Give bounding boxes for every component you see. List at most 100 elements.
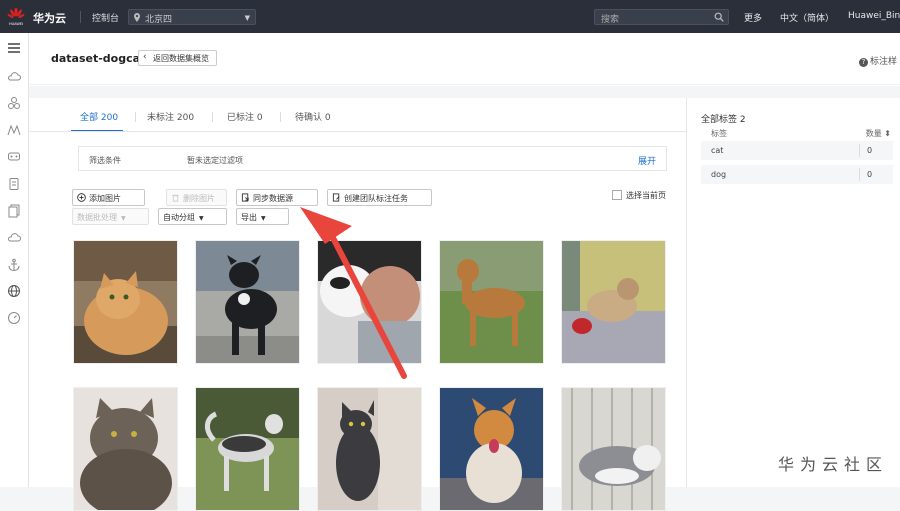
- export-label: 导出: [241, 213, 257, 222]
- auto-group-label: 自动分组: [163, 213, 195, 222]
- dashboard-icon[interactable]: [7, 311, 21, 325]
- tab-divider: [280, 112, 281, 122]
- back-button-label: 返回数据集概览: [153, 54, 209, 63]
- copy-icon[interactable]: [7, 204, 21, 218]
- image-thumbnail[interactable]: [561, 387, 666, 511]
- tab-to-confirm[interactable]: 待确认 0: [295, 110, 331, 123]
- image-thumbnail[interactable]: [317, 387, 422, 511]
- batch-process-label: 数据批处理: [77, 213, 117, 222]
- cluster-icon[interactable]: [7, 96, 21, 110]
- cell-divider: [859, 144, 860, 157]
- location-pin-icon: [134, 13, 140, 22]
- label-column-header: 标签: [711, 129, 727, 138]
- create-team-task-label: 创建团队标注任务: [344, 194, 408, 203]
- more-menu[interactable]: 更多: [744, 11, 762, 24]
- mountain-icon[interactable]: [7, 123, 21, 137]
- question-icon: ?: [859, 58, 868, 67]
- sync-data-source-button[interactable]: 同步数据源: [236, 189, 318, 206]
- top-navigation-bar: HUAWEI 华为云 控制台 北京四 ▼ 搜索 更多 中文（简体） Huawei…: [0, 0, 900, 33]
- back-to-overview-button[interactable]: ‹ 返回数据集概览: [138, 50, 217, 66]
- cloud-outline-icon[interactable]: [7, 231, 21, 245]
- anchor-icon[interactable]: [7, 258, 21, 272]
- annotation-help-link[interactable]: ? 标注样: [859, 54, 897, 67]
- image-thumbnail[interactable]: [73, 240, 178, 364]
- labels-panel-title: 全部标签 2: [701, 115, 746, 125]
- search-icon[interactable]: [714, 12, 724, 22]
- watermark: 华为云社区: [778, 455, 889, 474]
- filter-bar: 筛选条件 暂未选定过滤项 展开: [78, 146, 667, 171]
- label-row[interactable]: cat 0: [701, 141, 893, 160]
- menu-icon[interactable]: [7, 41, 21, 55]
- label-count: 0: [867, 146, 873, 155]
- region-label: 北京四: [145, 15, 173, 25]
- image-thumbnail[interactable]: [439, 240, 544, 364]
- search-input[interactable]: 搜索: [594, 9, 729, 25]
- add-image-button[interactable]: 添加图片: [72, 189, 145, 206]
- tab-unlabeled[interactable]: 未标注 200: [147, 110, 194, 123]
- filter-label: 筛选条件: [89, 156, 121, 165]
- dataset-header: dataset-dogcat ‹ 返回数据集概览 ? 标注样: [29, 33, 900, 85]
- cell-divider: [859, 168, 860, 181]
- region-selector[interactable]: 北京四 ▼: [128, 9, 256, 25]
- label-count: 0: [867, 170, 873, 179]
- user-menu[interactable]: Huawei_Bin: [848, 11, 900, 21]
- logo-wordmark: HUAWEI: [9, 22, 23, 26]
- image-thumbnail[interactable]: [317, 240, 422, 364]
- image-thumbnail[interactable]: [439, 387, 544, 511]
- cat-photo: [74, 241, 177, 363]
- console-link[interactable]: 控制台: [92, 11, 119, 24]
- expand-filter-link[interactable]: 展开: [638, 154, 656, 167]
- cat-photo: [318, 388, 421, 510]
- labels-panel: 全部标签 2 标签 数量 ⬍ cat 0 dog 0: [686, 98, 900, 487]
- document-icon[interactable]: [7, 177, 21, 191]
- image-thumbnail[interactable]: [561, 240, 666, 364]
- dog-photo: [562, 241, 665, 363]
- label-name: dog: [711, 170, 727, 179]
- image-thumbnail[interactable]: [73, 387, 178, 511]
- help-label: 标注样: [870, 57, 898, 67]
- cat-photo: [74, 388, 177, 510]
- label-name: cat: [711, 146, 724, 155]
- image-thumbnail[interactable]: [195, 240, 300, 364]
- image-thumbnail[interactable]: [195, 387, 300, 511]
- huawei-logo-icon[interactable]: HUAWEI: [6, 6, 26, 26]
- label-row[interactable]: dog 0: [701, 165, 893, 184]
- divider: [80, 11, 81, 23]
- language-selector[interactable]: 中文（简体）: [780, 11, 834, 24]
- image-list-panel: 全部 200 未标注 200 已标注 0 待确认 0 筛选条件 暂未选定过滤项 …: [29, 98, 686, 511]
- monitor-icon[interactable]: [7, 150, 21, 164]
- chevron-down-icon: ▼: [244, 14, 250, 22]
- cloud-icon[interactable]: [7, 70, 21, 84]
- chevron-left-icon: ‹: [143, 52, 147, 62]
- dog-photo: [440, 388, 543, 510]
- batch-process-dropdown[interactable]: 数据批处理 ▼: [72, 208, 149, 225]
- chevron-down-icon: ▼: [199, 215, 204, 222]
- select-current-page-checkbox[interactable]: 选择当前页: [612, 190, 666, 201]
- delete-image-button[interactable]: 删除图片: [166, 189, 227, 206]
- auto-group-dropdown[interactable]: 自动分组 ▼: [158, 208, 227, 225]
- edit-document-icon: [332, 193, 340, 202]
- dog-photo: [318, 241, 421, 363]
- chevron-down-icon: ▼: [121, 215, 126, 222]
- tab-all[interactable]: 全部 200: [80, 110, 118, 123]
- plus-circle-icon: [77, 193, 86, 202]
- dog-photo: [440, 241, 543, 363]
- dog-photo: [196, 388, 299, 510]
- search-placeholder: 搜索: [601, 15, 620, 25]
- sync-document-icon: [241, 193, 249, 202]
- brand-name[interactable]: 华为云: [33, 10, 66, 26]
- count-column-header[interactable]: 数量 ⬍: [866, 128, 891, 139]
- globe-icon[interactable]: [7, 284, 21, 298]
- create-team-task-button[interactable]: 创建团队标注任务: [327, 189, 432, 206]
- add-image-label: 添加图片: [89, 194, 121, 203]
- trash-icon: [172, 194, 179, 202]
- page-title: dataset-dogcat: [51, 52, 146, 65]
- export-dropdown[interactable]: 导出 ▼: [236, 208, 289, 225]
- chevron-down-icon: ▼: [261, 215, 266, 222]
- sidebar: [0, 33, 29, 487]
- cat-photo: [562, 388, 665, 510]
- labels-table-header: 标签 数量 ⬍: [701, 126, 893, 140]
- checkbox[interactable]: [612, 190, 622, 200]
- filter-value: 暂未选定过滤项: [187, 156, 243, 165]
- tab-labeled[interactable]: 已标注 0: [227, 110, 263, 123]
